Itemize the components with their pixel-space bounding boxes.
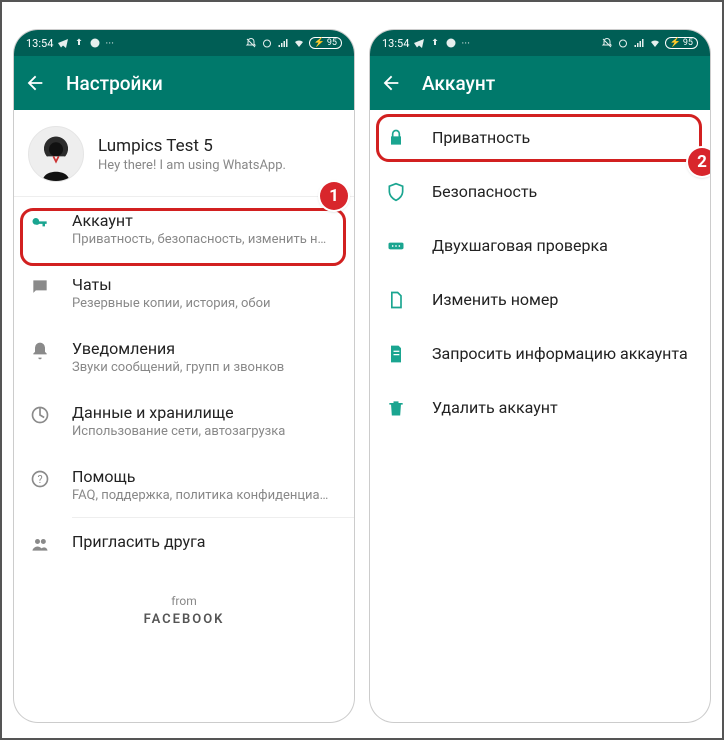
telegram-icon [413, 37, 425, 49]
footer-brand: FACEBOOK [14, 612, 354, 627]
upload-icon [429, 37, 441, 49]
account-item-security[interactable]: Безопасность [370, 164, 710, 218]
signal-icon [633, 37, 645, 49]
svg-text:?: ? [37, 473, 42, 486]
app-bar: Настройки [14, 56, 354, 110]
settings-item-data[interactable]: Данные и хранилище Использование сети, а… [14, 389, 354, 453]
key-icon [30, 213, 50, 233]
account-item-request-info[interactable]: Запросить информацию аккаунта [370, 326, 710, 380]
signal-icon [277, 37, 289, 49]
account-item-privacy[interactable]: Приватность [370, 110, 710, 164]
item-label: Безопасность [432, 182, 537, 201]
item-label: Аккаунт [72, 211, 332, 230]
profile-status: Hey there! I am using WhatsApp. [98, 158, 286, 173]
wifi-icon [293, 37, 305, 49]
mute-icon [245, 37, 257, 49]
wifi-icon [649, 37, 661, 49]
item-label: Двухшаговая проверка [432, 236, 608, 255]
page-title: Аккаунт [422, 72, 495, 95]
telegram-icon [57, 37, 69, 49]
chat-icon [30, 277, 50, 297]
lock-icon [386, 128, 406, 148]
settings-screen: 13:54 ··· ⚡95 Настройки Lumpics Test 5 H… [14, 30, 354, 722]
item-label: Изменить номер [432, 290, 558, 309]
status-more: ··· [105, 37, 114, 50]
item-label: Чаты [72, 275, 271, 294]
settings-item-help[interactable]: ? Помощь FAQ, поддержка, политика конфид… [14, 453, 354, 517]
item-label: Удалить аккаунт [432, 398, 558, 417]
status-time: 13:54 [382, 37, 409, 50]
item-sub: Приватность, безопасность, изменить номе… [72, 232, 332, 247]
alarm-icon [261, 37, 273, 49]
data-icon [30, 405, 50, 425]
battery-indicator: ⚡95 [665, 37, 698, 49]
pin-icon [386, 236, 406, 256]
avatar [28, 126, 84, 182]
app-bar: Аккаунт [370, 56, 710, 110]
footer-from: from [14, 594, 354, 608]
status-more: ··· [461, 37, 470, 50]
sim-icon [386, 290, 406, 310]
item-sub: Резервные копии, история, обои [72, 296, 271, 311]
shield-icon [386, 182, 406, 202]
account-item-delete[interactable]: Удалить аккаунт [370, 380, 710, 434]
account-item-two-step[interactable]: Двухшаговая проверка [370, 218, 710, 272]
status-bar: 13:54 ··· ⚡95 [14, 30, 354, 56]
item-sub: FAQ, поддержка, политика конфиденциальн… [72, 488, 332, 503]
back-icon[interactable] [24, 72, 46, 94]
settings-item-account[interactable]: Аккаунт Приватность, безопасность, измен… [14, 197, 354, 261]
document-icon [386, 344, 406, 364]
settings-item-invite[interactable]: Пригласить друга [14, 518, 354, 568]
mute-icon [601, 37, 613, 49]
status-bar: 13:54 ··· ⚡95 [370, 30, 710, 56]
account-screen: 13:54 ··· ⚡95 Аккаунт Приватность Безопа… [370, 30, 710, 722]
profile-name: Lumpics Test 5 [98, 136, 286, 156]
item-sub: Использование сети, автозагрузка [72, 424, 285, 439]
item-label: Уведомления [72, 339, 284, 358]
people-icon [30, 534, 50, 554]
chat-icon [89, 37, 101, 49]
upload-icon [73, 37, 85, 49]
help-icon: ? [30, 469, 50, 489]
bell-icon [30, 341, 50, 361]
alarm-icon [617, 37, 629, 49]
item-label: Приватность [432, 128, 530, 147]
footer: from FACEBOOK [14, 568, 354, 637]
item-label: Данные и хранилище [72, 403, 285, 422]
item-label: Пригласить друга [72, 532, 206, 551]
item-sub: Звуки сообщений, групп и звонков [72, 360, 284, 375]
status-time: 13:54 [26, 37, 53, 50]
item-label: Помощь [72, 467, 332, 486]
page-title: Настройки [66, 72, 163, 95]
item-label: Запросить информацию аккаунта [432, 344, 688, 363]
trash-icon [386, 398, 406, 418]
battery-indicator: ⚡95 [309, 37, 342, 49]
back-icon[interactable] [380, 72, 402, 94]
account-item-change-number[interactable]: Изменить номер [370, 272, 710, 326]
chat-icon [445, 37, 457, 49]
settings-item-notifications[interactable]: Уведомления Звуки сообщений, групп и зво… [14, 325, 354, 389]
settings-item-chats[interactable]: Чаты Резервные копии, история, обои [14, 261, 354, 325]
profile-row[interactable]: Lumpics Test 5 Hey there! I am using Wha… [14, 110, 354, 196]
